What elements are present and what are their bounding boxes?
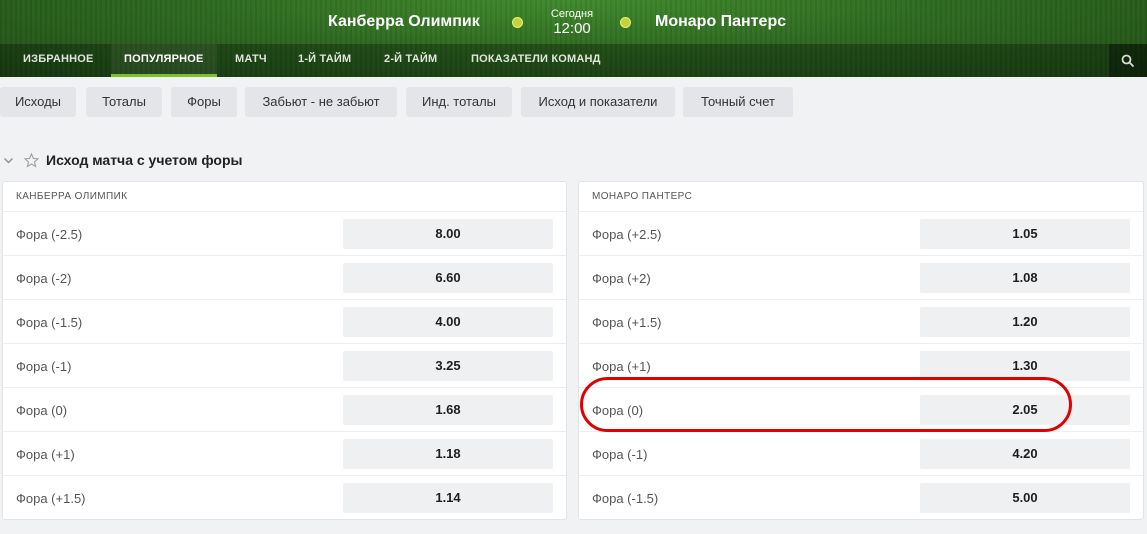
market-row: Фора (-1) 4.20	[579, 432, 1143, 476]
market-label: Фора (-1)	[16, 359, 72, 374]
market-row: Фора (-1) 3.25	[3, 344, 566, 388]
odd-button[interactable]: 1.68	[343, 395, 553, 425]
filter-ind-totals[interactable]: Инд. тоталы	[406, 87, 512, 117]
star-icon[interactable]	[24, 153, 39, 168]
market-label: Фора (+1)	[592, 359, 651, 374]
odd-button[interactable]: 1.08	[920, 263, 1130, 293]
tab-popular[interactable]: ПОПУЛЯРНОЕ	[111, 44, 217, 77]
market-label: Фора (+1.5)	[16, 491, 86, 506]
odd-button[interactable]: 1.18	[343, 439, 553, 469]
market-label: Фора (-2.5)	[16, 227, 83, 242]
tab-second-half[interactable]: 2-Й ТАЙМ	[371, 44, 450, 77]
odd-button[interactable]: 1.20	[920, 307, 1130, 337]
market-row: Фора (+1) 1.30	[579, 344, 1143, 388]
filter-exact-score[interactable]: Точный счет	[683, 87, 793, 117]
market-row: Фора (+2) 1.08	[579, 256, 1143, 300]
away-status-dot-icon	[620, 17, 631, 28]
market-row: Фора (+2.5) 1.05	[579, 212, 1143, 256]
market-label: Фора (-1)	[592, 447, 648, 462]
market-row: Фора (+1.5) 1.14	[3, 476, 566, 520]
search-button[interactable]	[1109, 44, 1147, 77]
market-row: Фора (-1.5) 5.00	[579, 476, 1143, 520]
tab-match[interactable]: МАТЧ	[222, 44, 280, 77]
market-label: Фора (+2)	[592, 271, 651, 286]
home-team-name[interactable]: Канберра Олимпик	[328, 13, 480, 31]
market-label: Фора (+1)	[16, 447, 75, 462]
market-label: Фора (-1.5)	[592, 491, 659, 506]
filter-both-score[interactable]: Забьют - не забьют	[245, 87, 397, 117]
away-team-name[interactable]: Монаро Пантерс	[655, 13, 786, 31]
market-row: Фора (-2) 6.60	[3, 256, 566, 300]
market-row: Фора (-2.5) 8.00	[3, 212, 566, 256]
odd-button[interactable]: 1.05	[920, 219, 1130, 249]
filter-totals[interactable]: Тоталы	[86, 87, 162, 117]
market-label: Фора (-2)	[16, 271, 72, 286]
panel-header: МОНАРО ПАНТЕРС	[579, 182, 1143, 212]
section-title: Исход матча с учетом форы	[46, 152, 243, 168]
market-nav: ИЗБРАННОЕ ПОПУЛЯРНОЕ МАТЧ 1-Й ТАЙМ 2-Й Т…	[0, 44, 1147, 77]
match-time: Сегодня 12:00	[540, 8, 604, 38]
search-icon	[1121, 54, 1134, 67]
market-row: Фора (+1) 1.18	[3, 432, 566, 476]
market-row: Фора (+1.5) 1.20	[579, 300, 1143, 344]
odd-button[interactable]: 4.00	[343, 307, 553, 337]
odd-button[interactable]: 1.30	[920, 351, 1130, 381]
odd-button[interactable]: 3.25	[343, 351, 553, 381]
filter-outcomes[interactable]: Исходы	[0, 87, 76, 117]
match-bar: Канберра Олимпик Сегодня 12:00 Монаро Па…	[0, 0, 1147, 44]
filter-handicaps[interactable]: Форы	[171, 87, 237, 117]
market-row: Фора (-1.5) 4.00	[3, 300, 566, 344]
market-label: Фора (0)	[16, 403, 68, 418]
tab-favorites[interactable]: ИЗБРАННОЕ	[10, 44, 107, 77]
market-row: Фора (0) 2.05	[579, 388, 1143, 432]
home-status-dot-icon	[512, 17, 523, 28]
chevron-down-icon[interactable]	[3, 155, 14, 166]
home-handicap-panel: КАНБЕРРА ОЛИМПИК Фора (-2.5) 8.00 Фора (…	[2, 181, 567, 520]
tab-team-stats[interactable]: ПОКАЗАТЕЛИ КОМАНД	[458, 44, 614, 77]
odd-button[interactable]: 1.14	[343, 483, 553, 513]
market-row: Фора (0) 1.68	[3, 388, 566, 432]
odd-button[interactable]: 2.05	[920, 395, 1130, 425]
panel-header: КАНБЕРРА ОЛИМПИК	[3, 182, 566, 212]
away-handicap-panel: МОНАРО ПАНТЕРС Фора (+2.5) 1.05 Фора (+2…	[578, 181, 1144, 520]
match-day: Сегодня	[550, 8, 594, 20]
tab-first-half[interactable]: 1-Й ТАЙМ	[285, 44, 364, 77]
market-label: Фора (+2.5)	[592, 227, 662, 242]
match-header: Канберра Олимпик Сегодня 12:00 Монаро Па…	[0, 0, 1147, 77]
odd-button[interactable]: 5.00	[920, 483, 1130, 513]
odd-button[interactable]: 6.60	[343, 263, 553, 293]
filter-outcome-stats[interactable]: Исход и показатели	[521, 87, 675, 117]
odd-button[interactable]: 8.00	[343, 219, 553, 249]
market-label: Фора (-1.5)	[16, 315, 83, 330]
market-label: Фора (0)	[592, 403, 644, 418]
market-label: Фора (+1.5)	[592, 315, 662, 330]
odd-button[interactable]: 4.20	[920, 439, 1130, 469]
match-hour: 12:00	[553, 20, 591, 37]
